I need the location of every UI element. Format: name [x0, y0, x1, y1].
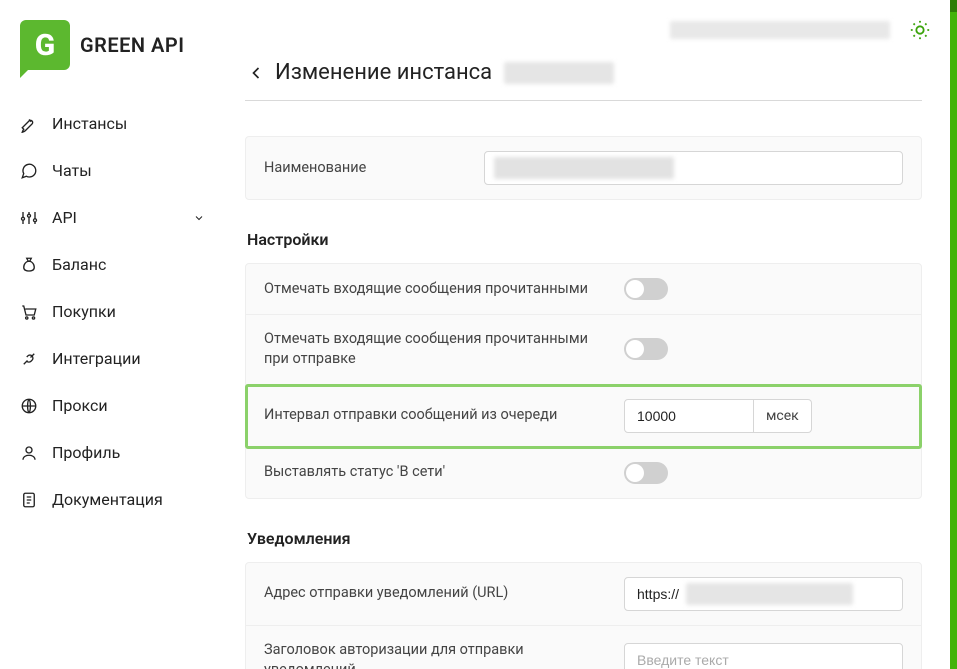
page-title: Изменение инстанса — [275, 60, 492, 85]
sidebar-item-label: Инстансы — [52, 114, 127, 133]
plug-icon — [20, 350, 38, 368]
notif-auth-label: Заголовок авторизации для отправки уведо… — [264, 640, 604, 669]
sidebar-item-label: Баланс — [52, 255, 106, 274]
document-icon — [20, 491, 38, 509]
toggle-mark-read[interactable] — [624, 278, 668, 300]
logo-text: GREEN API — [80, 33, 184, 57]
user-icon — [20, 444, 38, 462]
sidebar-item-label: Документация — [52, 490, 163, 509]
globe-icon — [20, 397, 38, 415]
rocket-icon — [20, 115, 38, 133]
settings-card: Отмечать входящие сообщения прочитанными… — [245, 263, 922, 499]
interval-unit: мсек — [754, 399, 812, 433]
sidebar-item-purchases[interactable]: Покупки — [0, 288, 225, 335]
sidebar-item-label: Покупки — [52, 302, 116, 321]
cart-icon — [20, 303, 38, 321]
instance-id — [504, 62, 614, 84]
sidebar-item-chats[interactable]: Чаты — [0, 147, 225, 194]
logo[interactable]: G GREEN API — [0, 20, 225, 95]
notif-url-label: Адрес отправки уведомлений (URL) — [264, 583, 604, 603]
sliders-icon — [20, 209, 38, 227]
settings-title: Настройки — [247, 230, 922, 249]
notifications-card: Адрес отправки уведомлений (URL) Заголов… — [245, 562, 922, 669]
notif-auth-input[interactable] — [624, 643, 903, 669]
setting-mark-read-label: Отмечать входящие сообщения прочитанными — [264, 279, 604, 299]
nav: Инстансы Чаты API — [0, 95, 225, 528]
notifications-title: Уведомления — [247, 529, 922, 548]
setting-online-status-label: Выставлять статус 'В сети' — [264, 462, 604, 482]
back-button[interactable] — [245, 62, 267, 84]
logo-mark: G — [20, 20, 70, 70]
setting-mark-read-on-send-label: Отмечать входящие сообщения прочитанными… — [264, 329, 604, 370]
sidebar-item-docs[interactable]: Документация — [0, 476, 225, 523]
sidebar-item-label: Чаты — [52, 161, 92, 180]
sidebar-item-api[interactable]: API — [0, 194, 225, 241]
money-bag-icon — [20, 256, 38, 274]
sidebar-item-profile[interactable]: Профиль — [0, 429, 225, 476]
setting-interval-label: Интервал отправки сообщений из очереди — [264, 405, 604, 425]
sidebar-item-label: Профиль — [52, 443, 120, 462]
toggle-mark-read-on-send[interactable] — [624, 338, 668, 360]
sidebar: G GREEN API Инстансы Чаты API — [0, 0, 225, 669]
setting-interval-row: Интервал отправки сообщений из очереди м… — [246, 385, 921, 448]
sidebar-item-balance[interactable]: Баланс — [0, 241, 225, 288]
sidebar-item-label: API — [52, 208, 77, 227]
interval-input[interactable] — [624, 399, 754, 433]
sidebar-item-instances[interactable]: Инстансы — [0, 100, 225, 147]
sun-icon — [909, 19, 931, 41]
scrollbar[interactable] — [950, 0, 957, 669]
scrollbar-thumb[interactable] — [950, 0, 957, 12]
sidebar-item-label: Интеграции — [52, 349, 141, 368]
sidebar-item-label: Прокси — [52, 396, 108, 415]
name-card: Наименование — [245, 136, 922, 200]
name-label: Наименование — [264, 158, 464, 178]
chat-icon — [20, 162, 38, 180]
sidebar-item-integrations[interactable]: Интеграции — [0, 335, 225, 382]
chevron-down-icon — [193, 212, 205, 224]
sidebar-item-proxy[interactable]: Прокси — [0, 382, 225, 429]
theme-toggle-button[interactable] — [908, 18, 932, 42]
user-email — [670, 21, 890, 39]
top-right-area — [670, 18, 932, 42]
main-content: Изменение инстанса Наименование Настройк… — [225, 0, 957, 669]
toggle-online-status[interactable] — [624, 462, 668, 484]
